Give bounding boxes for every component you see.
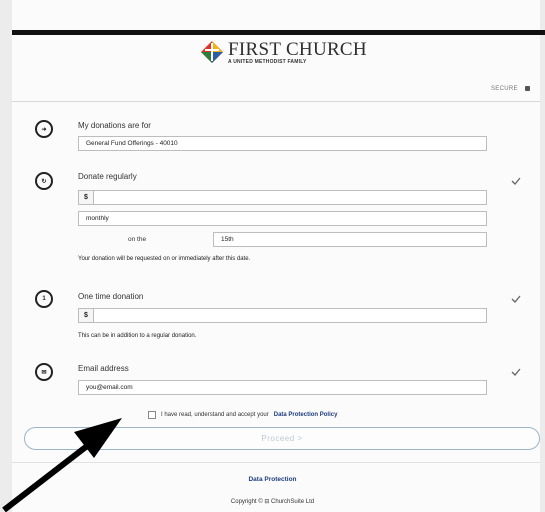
fund-select[interactable]: General Fund Offerings - 40010 bbox=[78, 136, 487, 151]
donate-regularly-label: Donate regularly bbox=[78, 172, 137, 181]
church-logo[interactable]: FIRST CHURCH A UNITED METHODIST FAMILY bbox=[200, 38, 380, 74]
logo-subtitle: A UNITED METHODIST FAMILY bbox=[228, 59, 307, 65]
email-input[interactable]: you@email.com bbox=[78, 380, 487, 395]
annotation-arrow-icon bbox=[2, 418, 122, 512]
currency-symbol: $ bbox=[79, 309, 94, 322]
data-protection-policy-link[interactable]: Data Protection Policy bbox=[274, 412, 338, 418]
one-time-label: One time donation bbox=[78, 292, 144, 301]
email-icon: ✉ bbox=[35, 363, 53, 381]
consent-row: I have read, understand and accept your … bbox=[148, 409, 337, 421]
regular-note: Your donation will be requested on or im… bbox=[78, 256, 251, 262]
logo-title: FIRST CHURCH bbox=[228, 39, 367, 60]
one-time-icon: 1 bbox=[35, 290, 53, 308]
frequency-select[interactable]: monthly bbox=[78, 211, 487, 226]
email-label: Email address bbox=[78, 364, 129, 373]
checkmark-icon bbox=[511, 177, 521, 185]
regular-amount-input[interactable]: $ bbox=[78, 190, 487, 205]
lock-icon bbox=[525, 86, 530, 91]
consent-text: I have read, understand and accept your bbox=[161, 412, 269, 418]
secure-label: SECURE bbox=[491, 86, 518, 92]
day-select[interactable]: 15th bbox=[213, 232, 487, 247]
arrow-right-icon: ➜ bbox=[35, 120, 53, 138]
header-divider bbox=[12, 101, 540, 102]
currency-symbol: $ bbox=[79, 191, 94, 204]
checkmark-icon bbox=[511, 295, 521, 303]
checkmark-icon bbox=[511, 368, 521, 376]
one-time-amount-input[interactable]: $ bbox=[78, 308, 487, 323]
donations-for-label: My donations are for bbox=[78, 121, 151, 130]
recurring-icon: ↻ bbox=[35, 172, 53, 190]
one-time-note: This can be in addition to a regular don… bbox=[78, 333, 197, 339]
top-bar bbox=[12, 30, 545, 35]
flame-cross-icon bbox=[201, 41, 223, 63]
on-the-label: on the bbox=[128, 236, 147, 243]
consent-checkbox[interactable] bbox=[148, 411, 156, 419]
